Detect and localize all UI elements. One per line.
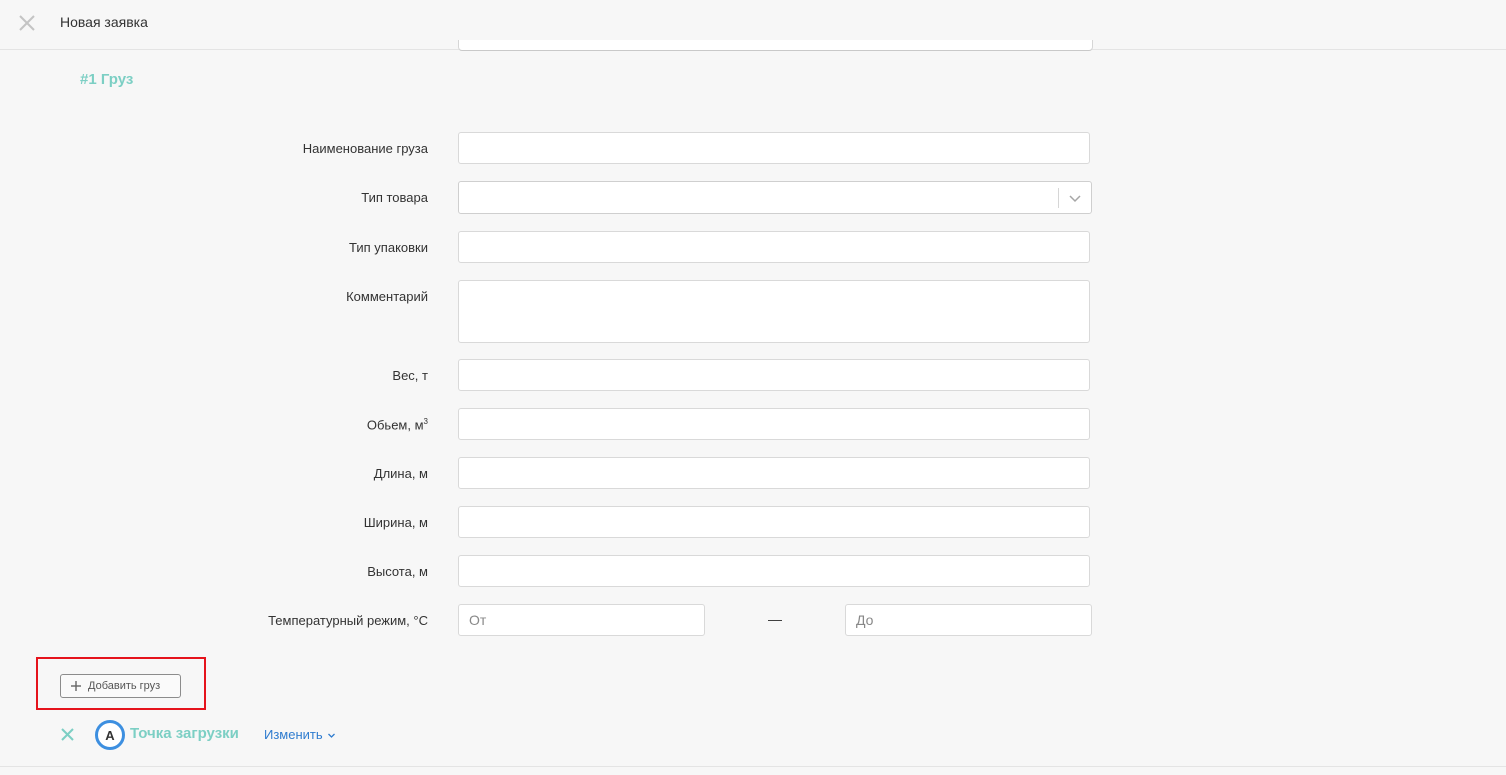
temperature-label: Температурный режим, °С xyxy=(268,613,428,628)
plus-icon xyxy=(71,681,81,691)
loading-point-title: Точка загрузки xyxy=(130,725,239,742)
add-cargo-label: Добавить груз xyxy=(88,680,161,692)
weight-input[interactable] xyxy=(458,359,1090,391)
chevron-down-icon[interactable] xyxy=(1068,191,1082,205)
select-separator xyxy=(1058,188,1059,208)
volume-label: Обьем, м3 xyxy=(367,417,428,432)
change-point-link[interactable]: Изменить xyxy=(264,727,336,742)
point-badge: A xyxy=(95,720,125,750)
length-input[interactable] xyxy=(458,457,1090,489)
previous-field-bottom[interactable] xyxy=(458,40,1093,51)
volume-label-text: Обьем, м xyxy=(366,417,424,433)
temperature-to-input[interactable] xyxy=(845,604,1092,636)
temperature-range-dash: — xyxy=(768,611,782,627)
change-label: Изменить xyxy=(264,727,323,742)
bottom-divider xyxy=(0,766,1506,767)
page-title: Новая заявка xyxy=(60,14,148,30)
product-type-select[interactable] xyxy=(458,181,1092,214)
height-label: Высота, м xyxy=(367,564,428,579)
height-input[interactable] xyxy=(458,555,1090,587)
product-type-label: Тип товара xyxy=(361,190,428,205)
chevron-down-icon xyxy=(327,733,335,738)
package-type-input[interactable] xyxy=(458,231,1090,263)
add-cargo-button[interactable]: Добавить груз xyxy=(60,674,181,698)
width-label: Ширина, м xyxy=(363,515,428,530)
package-type-label: Тип упаковки xyxy=(349,240,428,255)
close-icon[interactable] xyxy=(17,13,37,33)
comment-label: Комментарий xyxy=(346,289,428,304)
cargo-name-label: Наименование груза xyxy=(302,141,428,156)
temperature-from-input[interactable] xyxy=(458,604,705,636)
volume-input[interactable] xyxy=(458,408,1090,440)
cargo-section-title: #1 Груз xyxy=(80,71,134,88)
close-icon[interactable] xyxy=(60,727,75,742)
volume-unit-exponent: 3 xyxy=(423,417,428,426)
width-input[interactable] xyxy=(458,506,1090,538)
length-label: Длина, м xyxy=(373,466,428,481)
comment-textarea[interactable] xyxy=(458,280,1090,343)
cargo-name-input[interactable] xyxy=(458,132,1090,164)
weight-label: Вес, т xyxy=(392,368,428,383)
